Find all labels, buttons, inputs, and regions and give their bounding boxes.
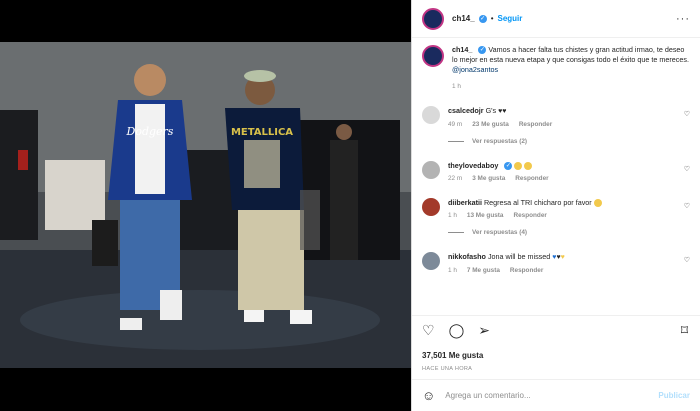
comment-text: Jona will be missed [487, 252, 551, 261]
comment-heart-icon[interactable]: ♡ [684, 110, 690, 118]
comment: nikkofasho Jona will be missed ♥♥♥ 1 h7 … [422, 252, 690, 274]
comment-username[interactable]: nikkofasho [448, 252, 486, 261]
caption-text: ch14_ ✓ Vamos a hacer falta tus chistes … [452, 45, 690, 75]
comment: theylovedaboy ✓ 22 m3 Me gusta Responder … [422, 161, 690, 182]
caption-time: 1 h [452, 83, 461, 90]
comment-time: 22 m [448, 175, 463, 182]
reply-button[interactable]: Responder [515, 175, 548, 182]
yellow-heart-icon: ♥ [560, 254, 565, 261]
comment-input[interactable] [445, 391, 649, 400]
emoji-icon [524, 162, 533, 171]
publish-button[interactable]: Publicar [658, 391, 690, 400]
avatar[interactable] [422, 161, 440, 179]
comment-likes[interactable]: 7 Me gusta [467, 267, 500, 274]
caption-username[interactable]: ch14_ [452, 45, 472, 54]
comment: diiberkatii Regresa al TRI chicharo por … [422, 198, 690, 219]
view-replies-button[interactable]: Ver respuestas (2) [448, 138, 690, 145]
comment-likes[interactable]: 13 Me gusta [467, 212, 504, 219]
emoji-icon [514, 162, 523, 171]
comments-scroll-area[interactable]: ch14_ ✓ Vamos a hacer falta tus chistes … [412, 39, 700, 314]
avatar[interactable] [422, 198, 440, 216]
verified-badge-icon: ✓ [504, 162, 513, 171]
emoji-icon[interactable]: ☺ [422, 388, 435, 403]
post-photo[interactable]: Dodgers METALLICA [0, 0, 411, 411]
heart-emoji-icon: ♥♥ [498, 108, 507, 115]
comment-likes[interactable]: 23 Me gusta [472, 121, 509, 128]
comment-heart-icon[interactable]: ♡ [684, 165, 690, 173]
post-username[interactable]: ch14_ [452, 14, 475, 23]
more-icon[interactable]: ··· [676, 13, 690, 25]
post-sidebar: ch14_ ✓ • Seguir ··· ch14_ ✓ Vamos a hac… [411, 0, 700, 411]
emoji-icon [593, 199, 602, 208]
caption: ch14_ ✓ Vamos a hacer falta tus chistes … [422, 45, 690, 90]
mention-link[interactable]: @jona2santos [452, 65, 498, 74]
comment: csalcedojr G's ♥♥ 49 m 23 Me gusta Respond… [422, 106, 690, 128]
bookmark-icon[interactable]: ⌑ [681, 322, 688, 339]
comment-username[interactable]: csalcedojr [448, 106, 484, 115]
heart-icon[interactable]: ♡ [422, 322, 435, 339]
follow-button[interactable]: Seguir [498, 14, 523, 23]
comment-time: 1 h [448, 212, 457, 219]
instagram-post-modal: Dodgers METALLICA ch14_ ✓ • Seguir ··· c… [0, 0, 700, 411]
post-time-ago: HACE UNA HORA [422, 366, 473, 372]
shirt-text: METALLICA [231, 127, 293, 138]
reply-button[interactable]: Responder [519, 121, 552, 128]
avatar[interactable] [422, 106, 440, 124]
comment-icon[interactable]: ◯ [449, 322, 465, 339]
avatar[interactable] [422, 252, 440, 270]
post-header: ch14_ ✓ • Seguir ··· [412, 0, 700, 38]
comment-text: Regresa al TRI chicharo por favor [483, 198, 592, 207]
reply-button[interactable]: Responder [513, 212, 546, 219]
comment-time: 49 m [448, 121, 463, 128]
likes-count[interactable]: 37,501 Me gusta [422, 351, 690, 360]
comment-composer: ☺ Publicar [412, 379, 700, 411]
avatar[interactable] [422, 7, 444, 30]
comment-time: 1 h [448, 267, 457, 274]
photo-illustration: Dodgers METALLICA [0, 0, 411, 411]
share-icon[interactable]: ➢ [478, 322, 490, 339]
post-actions: ♡ ◯ ➢ ⌑ 37,501 Me gusta HACE UNA HORA [412, 315, 700, 378]
caption-body: Vamos a hacer falta tus chistes y gran a… [452, 45, 689, 64]
reply-button[interactable]: Responder [510, 267, 543, 274]
jacket-text: Dodgers [126, 125, 174, 138]
comment-username[interactable]: diiberkatii [448, 198, 482, 207]
comment-heart-icon[interactable]: ♡ [684, 256, 690, 264]
verified-badge-icon: ✓ [478, 14, 487, 23]
comment-text: G's [485, 106, 497, 115]
view-replies-button[interactable]: Ver respuestas (4) [448, 229, 690, 236]
comment-heart-icon[interactable]: ♡ [684, 202, 690, 210]
verified-badge-icon: ✓ [478, 46, 487, 55]
separator-dot: • [490, 14, 494, 23]
comment-username[interactable]: theylovedaboy [448, 161, 498, 170]
comment-likes[interactable]: 3 Me gusta [472, 175, 505, 182]
avatar[interactable] [422, 45, 444, 67]
